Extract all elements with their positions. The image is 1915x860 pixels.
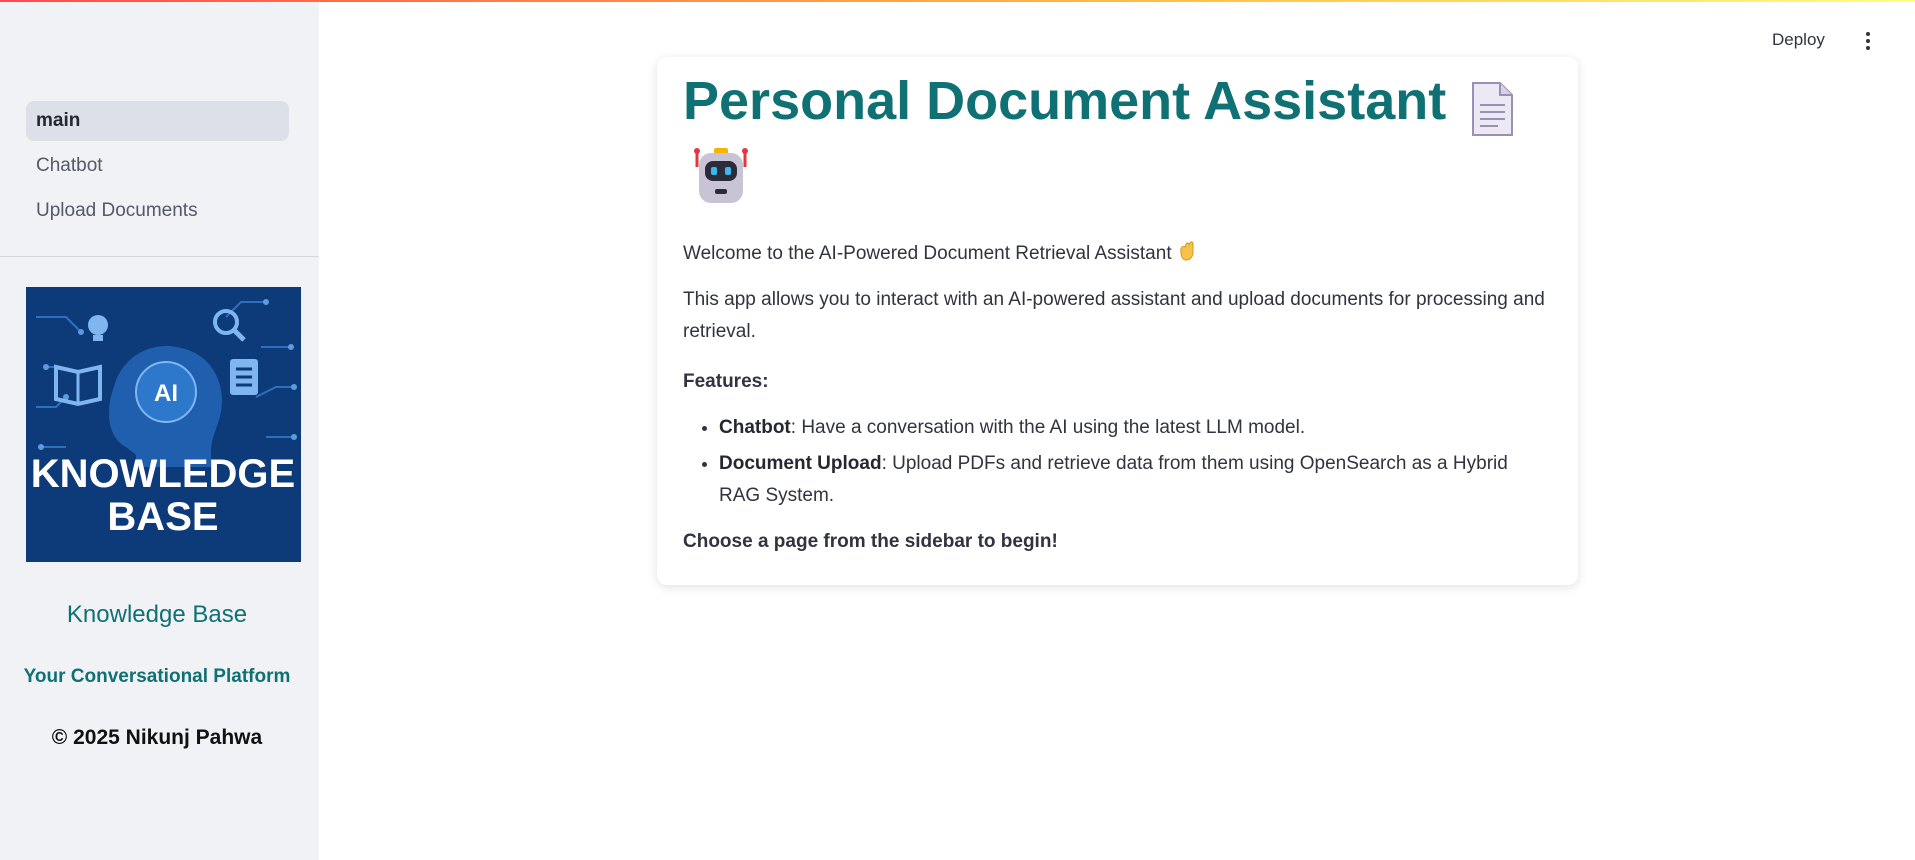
sidebar-item-chatbot[interactable]: Chatbot — [26, 146, 289, 186]
welcome-text: Welcome to the AI-Powered Document Retri… — [683, 238, 1552, 270]
image-ai-label: AI — [154, 380, 178, 407]
sidebar-brand-title: Knowledge Base — [66, 601, 248, 628]
list-item: Document Upload: Upload PDFs and retriev… — [719, 448, 1552, 512]
sidebar-nav: main Chatbot Upload Documents — [26, 101, 289, 236]
robot-icon — [694, 148, 748, 203]
description-text: This app allows you to interact with an … — [683, 289, 1545, 342]
feature-description: : Have a conversation with the AI using … — [790, 417, 1306, 438]
deploy-button[interactable]: Deploy — [1772, 30, 1825, 50]
feature-name: Document Upload — [719, 453, 882, 474]
page-title-row: Personal Document Assistant — [683, 69, 1552, 137]
feature-name: Chatbot — [719, 417, 791, 438]
features-heading: Features: — [683, 371, 769, 392]
sidebar: main Chatbot Upload Documents AI KNOWLED… — [0, 0, 319, 860]
waving-hand-icon — [1179, 241, 1194, 261]
top-decoration-stripe — [0, 0, 1915, 2]
features-list: Chatbot: Have a conversation with the AI… — [683, 412, 1552, 512]
sidebar-item-main[interactable]: main — [26, 101, 289, 141]
call-to-action-text: Choose a page from the sidebar to begin! — [683, 531, 1058, 552]
image-knowledge-text: KNOWLEDGE — [31, 452, 295, 496]
sidebar-item-upload-documents[interactable]: Upload Documents — [26, 191, 289, 231]
page-title: Personal Document Assistant — [683, 71, 1447, 131]
list-item: Chatbot: Have a conversation with the AI… — [719, 412, 1552, 444]
document-icon — [1472, 82, 1514, 136]
more-vertical-icon[interactable] — [1862, 32, 1874, 54]
main-content-card: Personal Document Assistant Welcome to t… — [657, 57, 1578, 585]
image-base-text: BASE — [107, 495, 218, 539]
sidebar-divider — [0, 256, 319, 257]
sidebar-copyright: © 2025 Nikunj Pahwa — [51, 726, 263, 749]
knowledge-base-image: AI KNOWLEDGE BASE — [26, 287, 301, 562]
sidebar-brand-subtitle: Your Conversational Platform — [23, 666, 291, 687]
